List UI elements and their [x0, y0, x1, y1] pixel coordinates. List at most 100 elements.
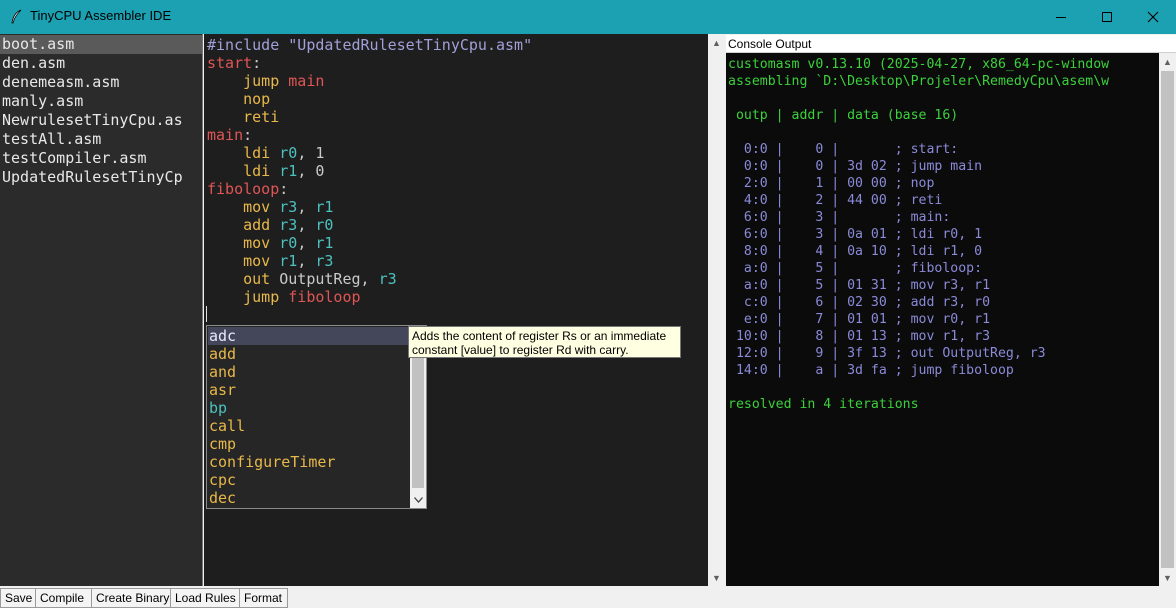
compile-button[interactable]: Compile — [35, 588, 92, 608]
code-line[interactable]: out OutputReg, r3 — [207, 270, 532, 288]
code-token: : — [279, 180, 289, 198]
file-list-item[interactable]: NewrulesetTinyCpu.as — [0, 111, 202, 130]
autocomplete-item[interactable]: call — [208, 417, 408, 435]
file-list-item[interactable]: testAll.asm — [0, 130, 202, 149]
code-token: jump — [243, 288, 289, 306]
chevron-down-icon[interactable] — [410, 492, 426, 508]
file-list-item[interactable]: denemeasm.asm — [0, 73, 202, 92]
code-token: , 1 — [297, 144, 325, 162]
autocomplete-item[interactable]: asr — [208, 381, 408, 399]
scroll-down-icon[interactable]: ▼ — [708, 569, 725, 586]
file-list-item[interactable]: boot.asm — [0, 35, 202, 54]
load-rules-button[interactable]: Load Rules — [170, 588, 240, 608]
scroll-up-icon[interactable]: ▲ — [1159, 53, 1176, 70]
code-line[interactable]: mov r3, r1 — [207, 198, 532, 216]
code-token: r0 — [279, 234, 298, 252]
close-button[interactable] — [1130, 0, 1176, 34]
code-token: r0 — [315, 216, 334, 234]
maximize-button[interactable] — [1084, 0, 1130, 34]
code-token: mov — [243, 234, 280, 252]
create-binary-button[interactable]: Create Binary — [91, 588, 171, 608]
code-line[interactable]: main: — [207, 126, 532, 144]
console-text[interactable]: customasm v0.13.10 (2025-04-27, x86_64-p… — [728, 56, 1109, 413]
autocomplete-item[interactable]: cpc — [208, 471, 408, 489]
editor-text[interactable]: #include "UpdatedRulesetTinyCpu.asm" star… — [207, 36, 532, 306]
code-line[interactable]: reti — [207, 108, 532, 126]
code-line[interactable]: ldi r0, 1 — [207, 144, 532, 162]
autocomplete-tooltip: Adds the content of register Rs or an im… — [408, 326, 681, 358]
code-token: , — [297, 216, 316, 234]
code-token: , — [297, 198, 316, 216]
autocomplete-item[interactable]: dec — [208, 489, 408, 507]
code-token: mov — [243, 252, 280, 270]
code-token: fiboloop — [288, 288, 361, 306]
console-line: c:0 | 6 | 02 30 ; add r3, r0 — [728, 295, 991, 310]
file-list-item[interactable]: UpdatedRulesetTinyCp — [0, 168, 202, 187]
console-line: customasm v0.13.10 (2025-04-27, x86_64-p… — [728, 57, 1110, 72]
code-line[interactable]: #include "UpdatedRulesetTinyCpu.asm" — [207, 36, 532, 54]
scroll-down-icon[interactable]: ▼ — [1159, 569, 1176, 586]
code-token: jump — [243, 72, 289, 90]
code-line[interactable]: ldi r1, 0 — [207, 162, 532, 180]
autocomplete-popup[interactable]: adc add and asr bp call cmp configureTimer cpc de… — [206, 325, 427, 509]
title-bar[interactable]: TinyCPU Assembler IDE — [0, 0, 1176, 34]
console-title: Console Output — [728, 37, 812, 51]
code-line[interactable]: mov r0, r1 — [207, 234, 532, 252]
code-token: reti — [243, 108, 280, 126]
code-token: start — [207, 54, 253, 72]
code-line[interactable]: fiboloop: — [207, 180, 532, 198]
console-scrollbar[interactable]: ▲ ▼ — [1159, 53, 1176, 586]
save-button[interactable]: Save — [0, 588, 36, 608]
minimize-button[interactable] — [1038, 0, 1084, 34]
console-header: Console Output — [726, 35, 1176, 53]
editor-scrollbar[interactable]: ▲ ▼ — [708, 34, 725, 586]
code-line[interactable]: mov r1, r3 — [207, 252, 532, 270]
code-token: : — [243, 126, 253, 144]
file-list-item[interactable]: testCompiler.asm — [0, 149, 202, 168]
autocomplete-item[interactable]: and — [208, 363, 408, 381]
console-output[interactable]: customasm v0.13.10 (2025-04-27, x86_64-p… — [726, 53, 1159, 586]
code-line[interactable]: add r3, r0 — [207, 216, 532, 234]
code-token: r1 — [279, 252, 298, 270]
close-icon — [1147, 11, 1159, 23]
code-token: mov — [243, 198, 280, 216]
code-token: out — [243, 270, 280, 288]
code-token: #include — [207, 36, 289, 54]
format-button[interactable]: Format — [239, 588, 288, 608]
console-line: 2:0 | 1 | 00 00 ; nop — [728, 176, 935, 191]
autocomplete-item[interactable]: adc — [208, 327, 408, 345]
code-line[interactable]: start: — [207, 54, 532, 72]
autocomplete-item[interactable]: cmp — [208, 435, 408, 453]
code-line[interactable]: jump fiboloop — [207, 288, 532, 306]
console-line: 6:0 | 3 | 0a 01 ; ldi r0, 1 — [728, 227, 983, 242]
code-line[interactable]: nop — [207, 90, 532, 108]
autocomplete-item[interactable]: bp — [208, 399, 408, 417]
console-line: 8:0 | 4 | 0a 10 ; ldi r1, 0 — [728, 244, 983, 259]
file-list-item[interactable]: manly.asm — [0, 92, 202, 111]
tooltip-line: constant [value] to register Rd with car… — [412, 343, 629, 357]
console-line: 4:0 | 2 | 44 00 ; reti — [728, 193, 943, 208]
scrollbar-thumb[interactable] — [1161, 71, 1174, 568]
console-line: 0:0 | 0 | ; start: — [728, 142, 959, 157]
console-line: 6:0 | 3 | ; main: — [728, 210, 951, 225]
autocomplete-item[interactable]: add — [208, 345, 408, 363]
code-token: fiboloop — [207, 180, 280, 198]
file-list[interactable]: boot.asm den.asm denemeasm.asm manly.asm New… — [0, 34, 203, 586]
file-list-item[interactable]: den.asm — [0, 54, 202, 73]
autocomplete-item[interactable]: configureTimer — [208, 453, 408, 471]
tooltip-line: Adds the content of register Rs or an im… — [412, 329, 667, 343]
code-token: , 0 — [297, 162, 325, 180]
console-line: 10:0 | 8 | 01 13 ; mov r1, r3 — [728, 329, 991, 344]
code-line[interactable]: jump main — [207, 72, 532, 90]
autocomplete-list[interactable]: adc add and asr bp call cmp configureTimer cpc de… — [208, 327, 408, 507]
scroll-up-icon[interactable]: ▲ — [708, 34, 725, 51]
